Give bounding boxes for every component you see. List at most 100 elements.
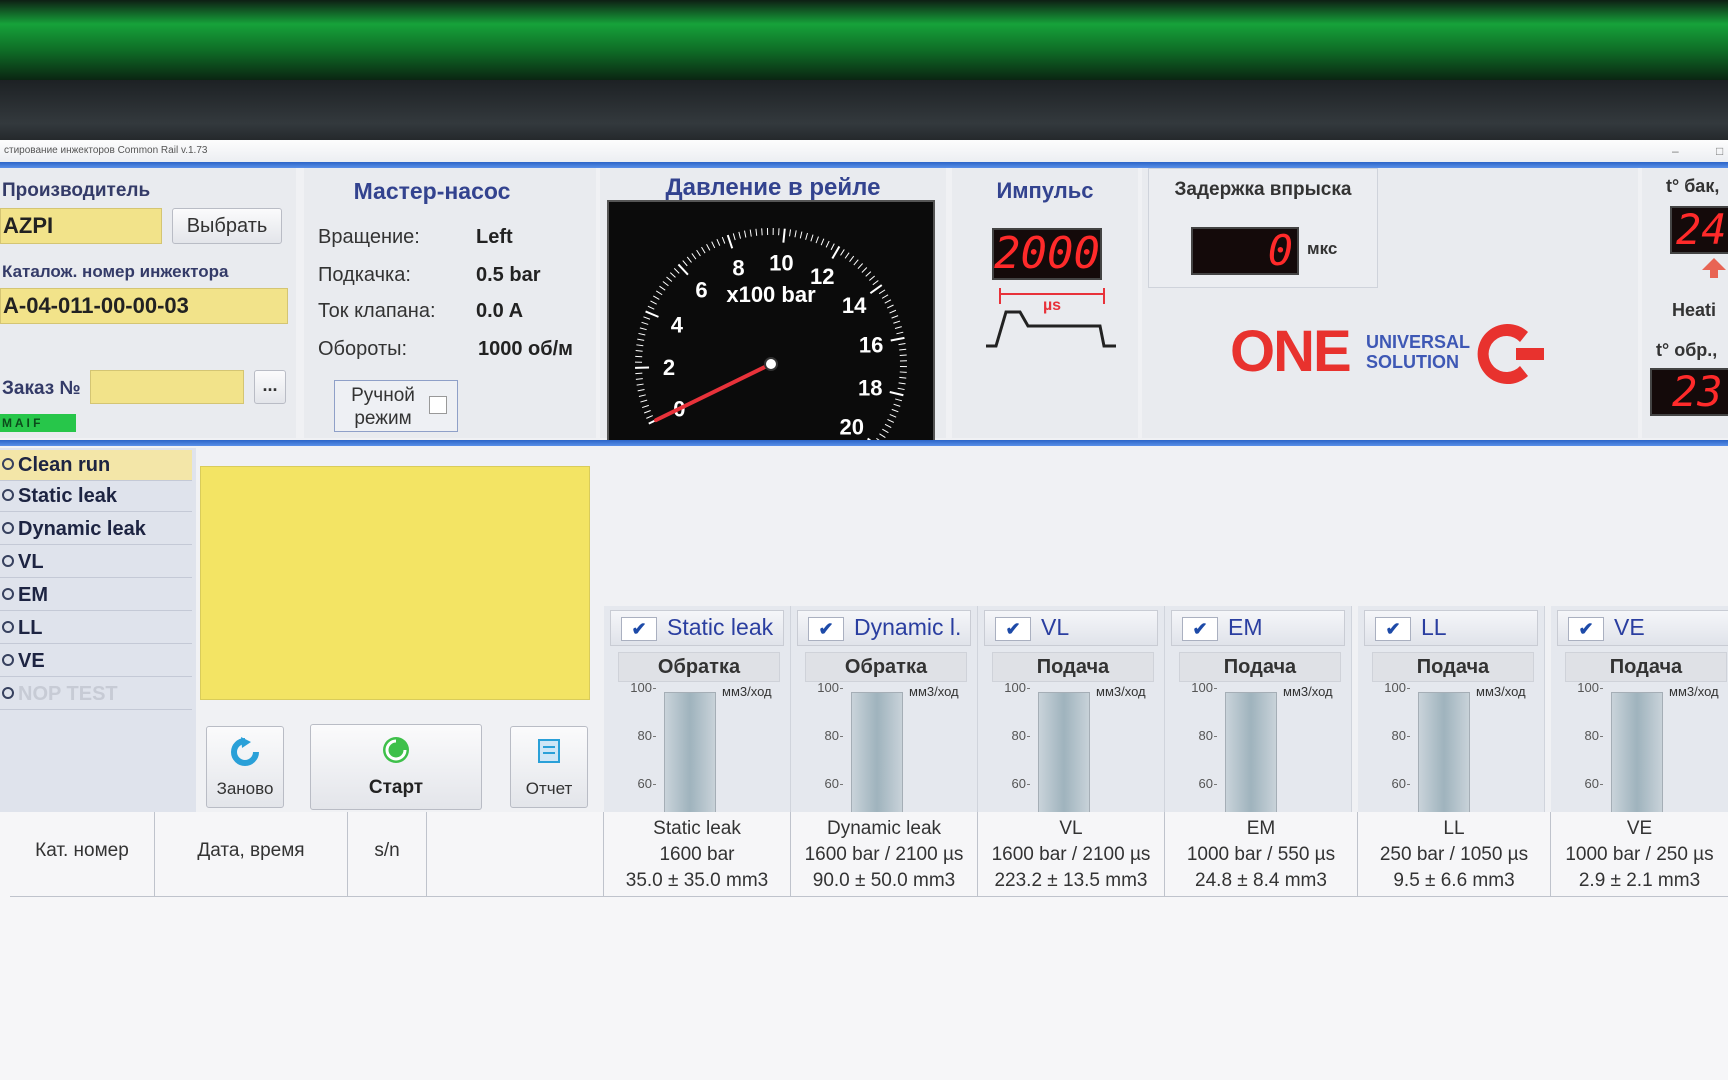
- report-button[interactable]: Отчет: [510, 726, 588, 808]
- scale-tick-label: 100: [630, 680, 652, 695]
- col-header-ve[interactable]: VE 1000 bar / 250 µs 2.9 ± 2.1 mm3: [1551, 812, 1728, 897]
- test-item-label: LL: [18, 617, 43, 639]
- measurement-header[interactable]: ✔ Static leak: [610, 610, 784, 646]
- boost-label: Подкачка:: [318, 264, 411, 286]
- scale-tick: [1600, 736, 1603, 737]
- manual-mode-checkbox[interactable]: [429, 396, 447, 414]
- gauge-tick: [636, 383, 644, 386]
- test-item-em[interactable]: EM: [0, 580, 192, 611]
- test-item-label: Static leak: [18, 485, 117, 507]
- gauge-tick: [755, 228, 758, 236]
- col-header-vl[interactable]: VL 1600 bar / 2100 µs 223.2 ± 13.5 mm3: [978, 812, 1165, 897]
- catalog-field[interactable]: A-04-011-00-00-03: [0, 288, 288, 324]
- test-item-ll[interactable]: LL: [0, 613, 192, 644]
- section-divider: [0, 440, 1728, 446]
- order-field[interactable]: [90, 370, 244, 404]
- test-name: VL: [1059, 818, 1083, 839]
- header-label: Кат. номер: [35, 840, 129, 861]
- scale-tick: [653, 688, 656, 689]
- gauge-tick: [844, 252, 850, 259]
- monitor-bezel-top: [0, 0, 1728, 80]
- master-pump-panel: Мастер-насос Вращение: Left Подкачка: 0.…: [304, 168, 596, 438]
- measurement-channel: Подача: [1372, 652, 1534, 682]
- test-item-vl[interactable]: VL: [0, 547, 192, 578]
- measurement-header[interactable]: ✔ VE: [1557, 610, 1728, 646]
- catalog-value: A-04-011-00-00-03: [3, 293, 189, 318]
- title-bar: стирование инжекторов Common Rail v.1.73…: [0, 140, 1728, 163]
- measurement-channel: Подача: [1565, 652, 1727, 682]
- gauge-tick: [898, 382, 906, 385]
- col-header-em[interactable]: EM 1000 bar / 550 µs 24.8 ± 8.4 mm3: [1165, 812, 1358, 897]
- order-more-button[interactable]: ...: [254, 370, 286, 404]
- col-header-sn[interactable]: s/n: [348, 812, 427, 897]
- check-icon[interactable]: ✔: [1375, 617, 1411, 641]
- gauge-tick: [782, 228, 786, 243]
- gauge-tick: [899, 348, 907, 351]
- test-item-clean-run[interactable]: Clean run: [0, 450, 192, 481]
- scale-tick-label: 60: [1011, 776, 1026, 791]
- test-item-dynamic-leak[interactable]: Dynamic leak: [0, 514, 192, 545]
- gauge-tick: [706, 244, 711, 251]
- power-icon: [2, 522, 14, 534]
- restart-button[interactable]: Заново: [206, 726, 284, 808]
- test-item-static-leak[interactable]: Static leak: [0, 481, 192, 512]
- gauge-tick: [879, 433, 886, 439]
- gauge-tick: [643, 410, 651, 414]
- logo-line2: SOLUTION: [1366, 352, 1459, 372]
- measurement-header[interactable]: ✔ EM: [1171, 610, 1345, 646]
- gauge-tick: [884, 423, 892, 429]
- test-name: VE: [1626, 818, 1653, 839]
- select-manufacturer-button[interactable]: Выбрать: [172, 208, 282, 244]
- monitor-bezel-dark: [0, 80, 1728, 142]
- heating-arrow-icon: [1702, 258, 1726, 278]
- measurement-name: Static leak: [667, 614, 774, 640]
- measurement-header[interactable]: ✔ Dynamic l.: [797, 610, 971, 646]
- check-icon[interactable]: ✔: [1568, 617, 1604, 641]
- test-spec: 223.2 ± 13.5 mm3: [994, 870, 1148, 891]
- gauge-tick: [749, 229, 752, 237]
- measurement-header[interactable]: ✔ VL: [984, 610, 1158, 646]
- rotation-value: Left: [476, 226, 513, 248]
- gauge-unit: x100 bar: [726, 282, 816, 307]
- test-item-label: NOP TEST: [18, 683, 118, 705]
- scale-tick-label: 100: [817, 680, 839, 695]
- check-icon[interactable]: ✔: [621, 617, 657, 641]
- test-item-nop-test[interactable]: NOP TEST: [0, 679, 192, 710]
- gauge-tick: [890, 336, 905, 342]
- col-header-datetime[interactable]: Дата, время: [155, 812, 348, 897]
- measurement-header[interactable]: ✔ LL: [1364, 610, 1538, 646]
- gauge-tick: [647, 305, 655, 310]
- measurement-name: EM: [1228, 614, 1263, 640]
- brand-logo: ONE UNIVERSAL SOLUTION: [1230, 318, 1560, 398]
- check-icon[interactable]: ✔: [808, 617, 844, 641]
- gauge-tick: [899, 376, 907, 379]
- col-header-catalog[interactable]: Кат. номер: [10, 812, 155, 897]
- gauge-tick: [636, 344, 644, 347]
- gauge-tick: [638, 394, 646, 397]
- power-icon: [2, 621, 14, 633]
- col-header-blank[interactable]: [427, 812, 604, 897]
- report-icon: [538, 739, 560, 763]
- test-item-ve[interactable]: VE: [0, 646, 192, 677]
- manual-mode-toggle[interactable]: Ручной режим: [334, 380, 458, 432]
- gauge-tick: [716, 239, 721, 246]
- gauge-tick: [669, 272, 676, 278]
- gauge-tick: [825, 240, 830, 248]
- manufacturer-field[interactable]: AZPI: [0, 208, 162, 244]
- col-header-dynamic-leak[interactable]: Dynamic leak 1600 bar / 2100 µs 90.0 ± 5…: [791, 812, 978, 897]
- valve-current-value: 0.0 A: [476, 300, 524, 322]
- gauge-tick-label: 4: [671, 313, 684, 338]
- check-icon[interactable]: ✔: [1182, 617, 1218, 641]
- scale-tick: [1407, 784, 1410, 785]
- col-header-static-leak[interactable]: Static leak 1600 bar 35.0 ± 35.0 mm3: [604, 812, 791, 897]
- gauge-tick: [893, 403, 901, 407]
- test-item-label: Clean run: [18, 454, 111, 476]
- minimize-icon[interactable]: –: [1672, 140, 1679, 162]
- scale-tick-label: 100: [1577, 680, 1599, 695]
- power-icon: [2, 555, 14, 567]
- scale-tick: [1214, 784, 1217, 785]
- start-button[interactable]: Старт: [310, 724, 482, 810]
- col-header-ll[interactable]: LL 250 bar / 1050 µs 9.5 ± 6.6 mm3: [1358, 812, 1551, 897]
- maximize-icon[interactable]: □: [1716, 140, 1723, 162]
- check-icon[interactable]: ✔: [995, 617, 1031, 641]
